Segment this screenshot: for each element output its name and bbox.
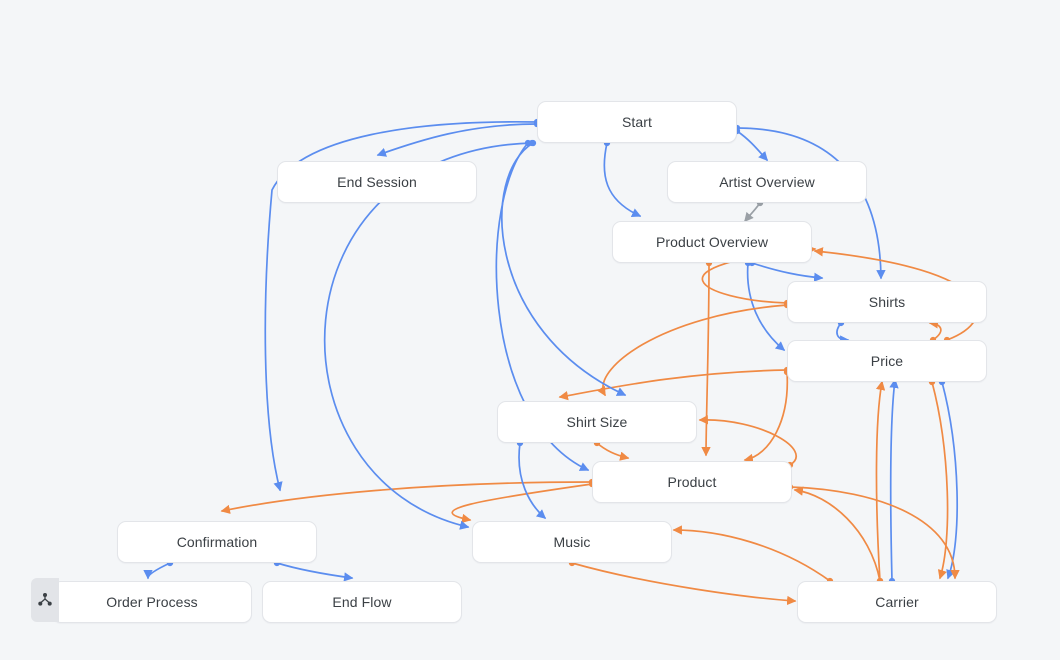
node-end_session[interactable]: End Session	[277, 161, 477, 203]
node-label: Music	[553, 534, 590, 550]
edge-carrier-to-price[interactable]	[876, 382, 882, 581]
edge-shirt_size-to-product[interactable]	[597, 443, 628, 458]
edge-price-to-product[interactable]	[745, 372, 787, 460]
node-artist_overview[interactable]: Artist Overview	[667, 161, 867, 203]
edge-product-to-music[interactable]	[452, 484, 592, 520]
node-label: Shirt Size	[567, 414, 628, 430]
edge-confirmation-to-order_process[interactable]	[148, 563, 170, 578]
node-badge-order_process[interactable]	[31, 578, 59, 622]
edge-carrier-to-price[interactable]	[891, 380, 895, 581]
node-label: Confirmation	[177, 534, 258, 550]
node-product_overview[interactable]: Product Overview	[612, 221, 812, 263]
node-label: End Session	[337, 174, 417, 190]
edge-price-to-shirts[interactable]	[930, 323, 941, 340]
edge-product-to-confirmation[interactable]	[222, 482, 592, 511]
edge-start-to-product_overview[interactable]	[604, 143, 640, 216]
edge-carrier-to-music[interactable]	[674, 530, 830, 581]
node-label: Product	[668, 474, 717, 490]
edge-product_overview-to-product[interactable]	[706, 263, 709, 455]
node-price[interactable]: Price	[787, 340, 987, 382]
node-shirts[interactable]: Shirts	[787, 281, 987, 323]
edge-start-to-artist_overview[interactable]	[737, 131, 767, 160]
flow-canvas[interactable]: Start End Session Artist Overview Product O…	[0, 0, 1060, 660]
node-confirmation[interactable]: Confirmation	[117, 521, 317, 563]
edge-price-to-carrier[interactable]	[932, 382, 948, 578]
edge-confirmation-to-end_flow[interactable]	[277, 563, 352, 578]
node-label: End Flow	[332, 594, 391, 610]
edge-artist_overview-to-product_overview[interactable]	[745, 203, 760, 221]
node-music[interactable]: Music	[472, 521, 672, 563]
node-label: Carrier	[875, 594, 918, 610]
edge-product-to-shirt_size[interactable]	[700, 420, 796, 465]
node-label: Artist Overview	[719, 174, 815, 190]
node-order_process[interactable]: Order Process	[52, 581, 252, 623]
node-label: Shirts	[869, 294, 905, 310]
node-carrier[interactable]: Carrier	[797, 581, 997, 623]
edge-music-to-carrier[interactable]	[572, 563, 795, 601]
edge-price-to-carrier[interactable]	[942, 382, 957, 578]
node-shirt_size[interactable]: Shirt Size	[497, 401, 697, 443]
edge-shirts-to-price[interactable]	[837, 323, 848, 340]
node-label: Start	[622, 114, 652, 130]
edge-product-to-carrier[interactable]	[790, 487, 955, 578]
node-start[interactable]: Start	[537, 101, 737, 143]
node-end_flow[interactable]: End Flow	[262, 581, 462, 623]
node-label: Order Process	[106, 594, 198, 610]
node-label: Product Overview	[656, 234, 768, 250]
node-product[interactable]: Product	[592, 461, 792, 503]
hierarchy-icon	[37, 592, 53, 608]
edge-product_overview-to-shirts[interactable]	[752, 263, 822, 278]
node-label: Price	[871, 353, 903, 369]
edge-price-to-shirt_size[interactable]	[560, 370, 787, 397]
edge-shirt_size-to-music[interactable]	[519, 443, 545, 518]
